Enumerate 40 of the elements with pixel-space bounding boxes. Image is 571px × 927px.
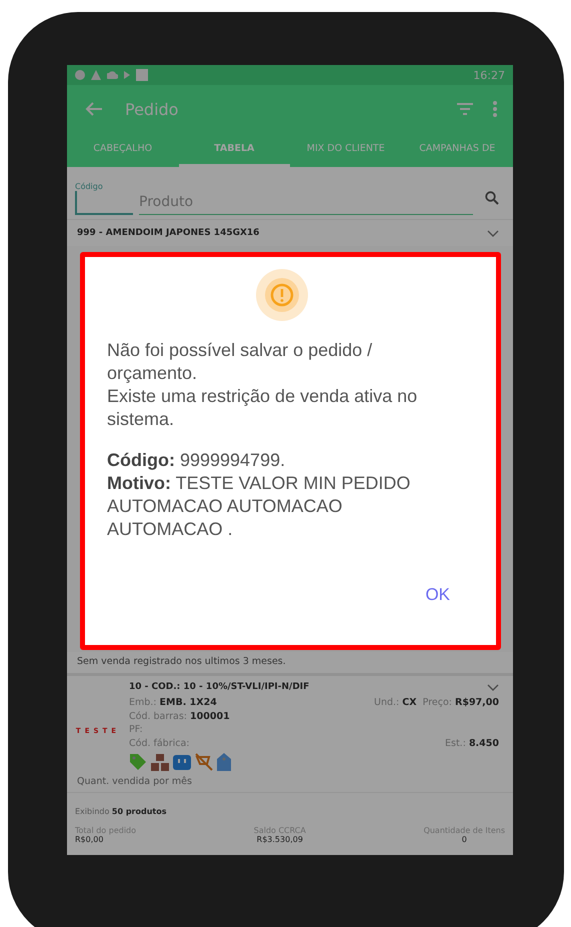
total-value: R$3.530,09 <box>256 835 303 844</box>
cloud-icon <box>107 71 118 79</box>
total-value: 0 <box>462 835 467 844</box>
ok-button[interactable]: OK <box>419 581 456 609</box>
product-field-text: PF: <box>129 723 144 736</box>
filter-icon[interactable] <box>457 103 473 115</box>
code-label: Código <box>75 182 104 191</box>
status-time: 16:27 <box>473 68 505 82</box>
warning-triangle-icon <box>91 70 101 80</box>
chevron-icon[interactable] <box>487 230 499 236</box>
app-title: Pedido <box>125 100 180 118</box>
tab[interactable]: CAMPANHAS DE <box>402 133 513 167</box>
boxes-icon <box>151 753 169 771</box>
tag-icon <box>129 753 147 771</box>
calendar-icon <box>173 754 191 770</box>
product-field-text: Cód. fábrica: <box>129 736 191 750</box>
back-arrow-icon[interactable] <box>85 101 103 117</box>
chevron-icon[interactable] <box>487 684 499 690</box>
unit-price-text: Und.: CX Preço: R$97,00 <box>374 696 499 710</box>
search-icon[interactable] <box>485 191 499 205</box>
product-field-text: Cód. barras: 100001 <box>129 710 230 723</box>
tag-icon <box>217 753 231 771</box>
dialog-message: Código: 9999994799. Motivo: TESTE VALOR MIN PEDIDO AUTOMACAO AUTOMACAO AUTOMACAO . <box>107 449 412 541</box>
monthly-sales-label: Quant. vendida por mês <box>76 775 193 789</box>
square-icon <box>136 69 148 81</box>
product-title: 10 - COD.: 10 - 10%/ST-VLI/IPI-N/DIF <box>129 682 310 692</box>
product-field-text: Emb.: EMB. 1X24 <box>129 696 218 710</box>
play-icon <box>124 71 130 79</box>
warning-icon <box>256 269 308 321</box>
tab[interactable]: CABEÇALHO <box>67 133 178 167</box>
status-circle-icon <box>75 70 85 80</box>
tab[interactable]: MIX DO CLIENTE <box>290 133 402 167</box>
tab[interactable]: TABELA <box>178 133 290 167</box>
dialog-message: Não foi possível salvar o pedido / orçamento. Existe uma restrição de venda ativa no sistema. <box>107 339 418 431</box>
more-icon[interactable] <box>493 101 497 117</box>
product-title: 999 - AMENDOIM JAPONES 145GX16 <box>77 228 260 238</box>
crossed-cart-icon <box>195 753 213 771</box>
stock-text: Est.: 8.450 <box>445 736 499 750</box>
total-value: R$0,00 <box>75 835 104 844</box>
showing-count: Exibindo 50 produtos <box>75 807 166 816</box>
